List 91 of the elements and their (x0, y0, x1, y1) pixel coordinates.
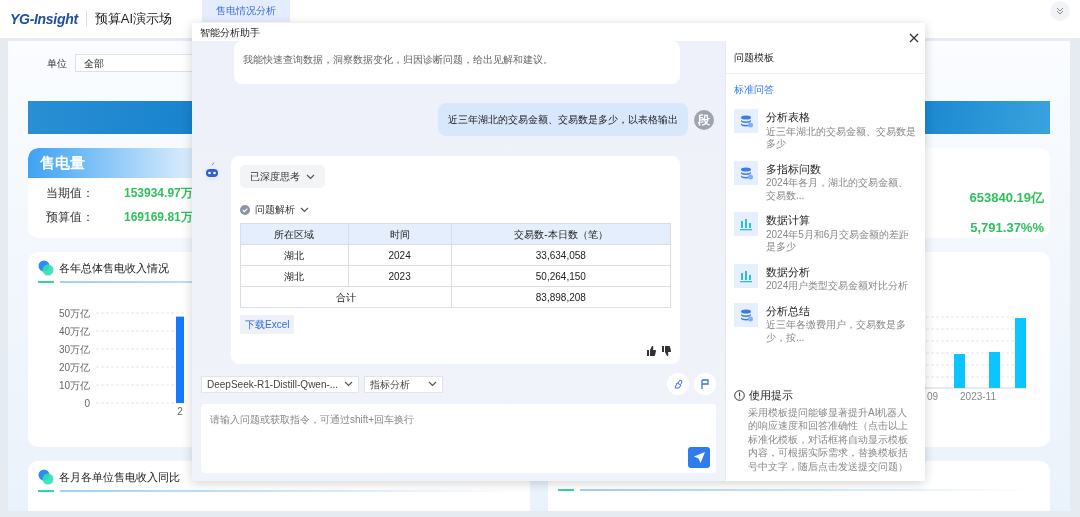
table-header: 交易数-本日数（笔） (451, 223, 671, 245)
template-item[interactable]: 数据计算 2024年5月和6月交易金额的差距是多少 (726, 208, 925, 258)
user-message: 近三年湖北的交易金额、交易数是多少，以表格输出 (438, 103, 688, 136)
metric-value: 5,791.37%% (970, 218, 1044, 237)
chart-title: 各年总体售电收入情况 (59, 261, 169, 276)
table-cell: 湖北 (240, 244, 348, 266)
metric-value: 169169.81万 (124, 209, 193, 226)
axis-tick-label: 10万亿 (58, 379, 90, 390)
template-item[interactable]: 分析表格 近三年湖北的交易金额、交易数是多少 (726, 105, 925, 155)
close-icon (909, 33, 919, 43)
template-description: 2024年各月，湖北的交易金额、交易数... (766, 177, 910, 202)
database-icon (739, 114, 753, 128)
axis-tick-label: 2023-11 (960, 390, 996, 404)
chevron-down-icon (300, 206, 309, 213)
axis-tick-label: 09 (926, 390, 939, 404)
send-icon (692, 451, 706, 464)
database-icon (739, 307, 753, 322)
table-cell: 合计 (240, 286, 452, 308)
metric-value: 153934.97万 (124, 185, 193, 202)
table-cell: 湖北 (240, 265, 348, 287)
message-text: 我能快速查询数据，洞察数据变化，归因诊断问题，给出见解和建议。 (243, 53, 554, 67)
dialog-title: 智能分析助手 (200, 25, 260, 40)
template-title: 数据计算 (766, 213, 811, 228)
axis-tick-label: 0 (84, 397, 90, 408)
table-header: 时间 (348, 223, 452, 245)
robot-icon (201, 161, 223, 183)
thinking-toggle[interactable]: 已深度思考 (240, 165, 325, 188)
template-title: 分析总结 (766, 303, 811, 319)
tips-title: 使用提示 (749, 388, 793, 403)
database-icon (739, 165, 753, 180)
message-field[interactable]: 请输入问题或获取指令，可通过shift+回车换行 (201, 404, 716, 473)
bar-chart-icon (739, 217, 753, 231)
user-avatar: 段 (694, 109, 714, 130)
check-circle-icon (240, 204, 250, 215)
category-tab[interactable]: 标准问答 (726, 74, 925, 105)
axis-tick-label: 50万亿 (58, 307, 90, 318)
section-toggle[interactable]: 问题解析 (255, 202, 295, 217)
bar (989, 352, 1000, 388)
flag-button[interactable] (694, 373, 716, 395)
table-cell: 2023 (348, 265, 452, 287)
chevron-down-icon (428, 381, 437, 387)
collapse-button[interactable] (1050, 1, 1070, 21)
thumbs-down-icon[interactable] (661, 346, 671, 356)
metric-label: 预算值： (46, 209, 94, 226)
metric-value: 653840.19亿 (969, 189, 1044, 207)
close-button[interactable] (907, 31, 921, 45)
template-title: 分析表格 (766, 110, 811, 125)
table-cell: 50,264,150 (451, 265, 671, 287)
metric-label: 当期值： (46, 185, 94, 202)
brush-icon (673, 379, 683, 389)
chevron-down-icon (344, 381, 354, 387)
template-description: 近三年各缴费用户，交易数是多少，按... (766, 319, 907, 344)
table-cell: 33,634,058 (451, 244, 671, 266)
mode-select[interactable]: 指标分析 (364, 375, 443, 393)
filter-label: 单位 (47, 56, 67, 71)
nav-tab[interactable]: 售电情况分析 (202, 0, 291, 22)
thumbs-up-icon[interactable] (646, 346, 656, 356)
template-description: 近三年湖北的交易金额、交易数是多少 (766, 125, 917, 151)
axis-tick-label: 20万亿 (58, 361, 90, 372)
download-button[interactable]: 下载Excel (240, 315, 295, 334)
template-item[interactable]: 多指标问数 2024年各月，湖北的交易金额、交易数... (726, 156, 925, 206)
axis-tick-label: 2 (177, 405, 183, 417)
template-title: 数据分析 (766, 264, 811, 280)
flag-icon (700, 379, 710, 389)
chevron-down-icon (306, 173, 315, 180)
logo: YG-Insight (10, 9, 78, 29)
message-input[interactable]: 请输入问题或获取指令，可通过shift+回车换行 (201, 404, 716, 435)
template-description: 2024年5月和6月交易金额的差距是多少 (766, 228, 911, 254)
panel-title: 问题模板 (726, 41, 925, 74)
template-item[interactable]: 分析总结 近三年各缴费用户，交易数是多少，按... (726, 298, 925, 348)
info-icon (734, 389, 745, 401)
axis-tick-label: 40万亿 (58, 325, 90, 336)
app-title: 预算AI演示场 (94, 10, 173, 29)
table-header: 所在区域 (240, 223, 348, 245)
dots-icon (38, 260, 54, 277)
chart-title: 各月各单位售电收入同比 (59, 470, 180, 485)
table-cell: 83,898,208 (451, 286, 671, 308)
axis-tick-label: 30万亿 (58, 343, 90, 354)
tips-text: 采用模板提问能够显著提升AI机器人的响应速度和回答准确性（点击以上标准化模板，对话框将自动显示模板内容，可根据实际需求，替换模板括号中文字，随后点击发送提交问题） (747, 405, 909, 473)
model-select[interactable]: DeepSeek-R1-Distill-Qwen-... (201, 375, 359, 393)
template-title: 多指标问数 (766, 161, 822, 177)
send-button[interactable] (688, 447, 710, 468)
double-chevron-icon (1055, 6, 1065, 16)
dots-icon (38, 469, 54, 486)
bar (1015, 318, 1026, 388)
bar (954, 354, 965, 388)
bar-chart-icon (739, 268, 753, 283)
template-item[interactable]: 数据分析 2024用户类型交易金额对比分析 (726, 259, 925, 297)
template-description: 2024用户类型交易金额对比分析 (766, 280, 909, 293)
table-cell: 2024 (348, 244, 452, 266)
clear-button[interactable] (667, 373, 689, 395)
